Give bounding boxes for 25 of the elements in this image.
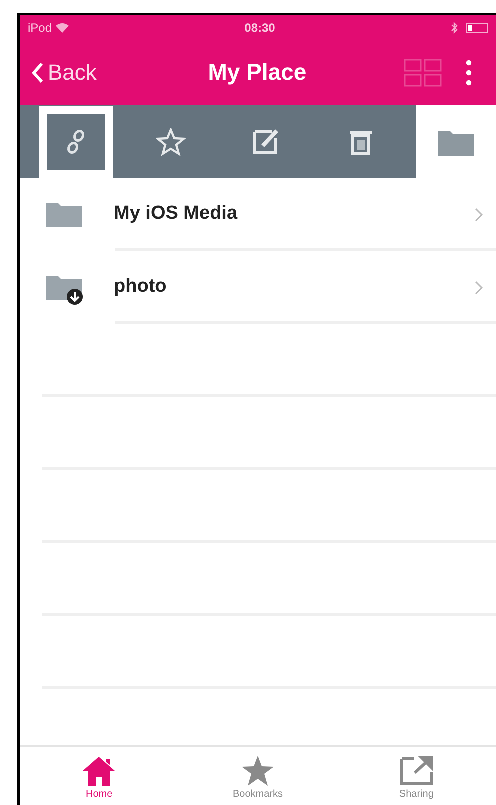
star-icon bbox=[240, 755, 276, 787]
chevron-left-icon bbox=[32, 62, 44, 84]
carrier-text: iPod bbox=[28, 20, 52, 36]
wifi-icon bbox=[56, 22, 70, 32]
chevron-right-icon bbox=[475, 208, 484, 222]
home-icon bbox=[81, 755, 118, 787]
edit-icon bbox=[252, 128, 280, 156]
link-icon bbox=[64, 128, 86, 154]
tab-bar-item[interactable]: Sharing bbox=[356, 755, 477, 801]
star-outline-icon bbox=[156, 128, 186, 156]
tab-bar-item[interactable]: Bookmarks bbox=[198, 755, 318, 801]
bluetooth-icon bbox=[451, 22, 458, 34]
folder-name: My iOS Media bbox=[114, 202, 239, 226]
battery-icon bbox=[466, 22, 488, 32]
toolbar-button[interactable] bbox=[38, 106, 112, 178]
list-row[interactable]: photo bbox=[20, 251, 496, 324]
back-button[interactable]: Back bbox=[32, 56, 97, 89]
chevron-right-icon bbox=[475, 280, 484, 294]
tab-bar-item[interactable]: Home bbox=[39, 755, 160, 801]
list-row[interactable]: My iOS Media bbox=[20, 178, 496, 251]
share-icon bbox=[398, 755, 435, 787]
more-options-icon[interactable] bbox=[466, 58, 472, 86]
folder-name: photo bbox=[114, 275, 168, 300]
clock-text: 08:30 bbox=[244, 20, 276, 36]
screen-title: My Place bbox=[208, 58, 307, 88]
